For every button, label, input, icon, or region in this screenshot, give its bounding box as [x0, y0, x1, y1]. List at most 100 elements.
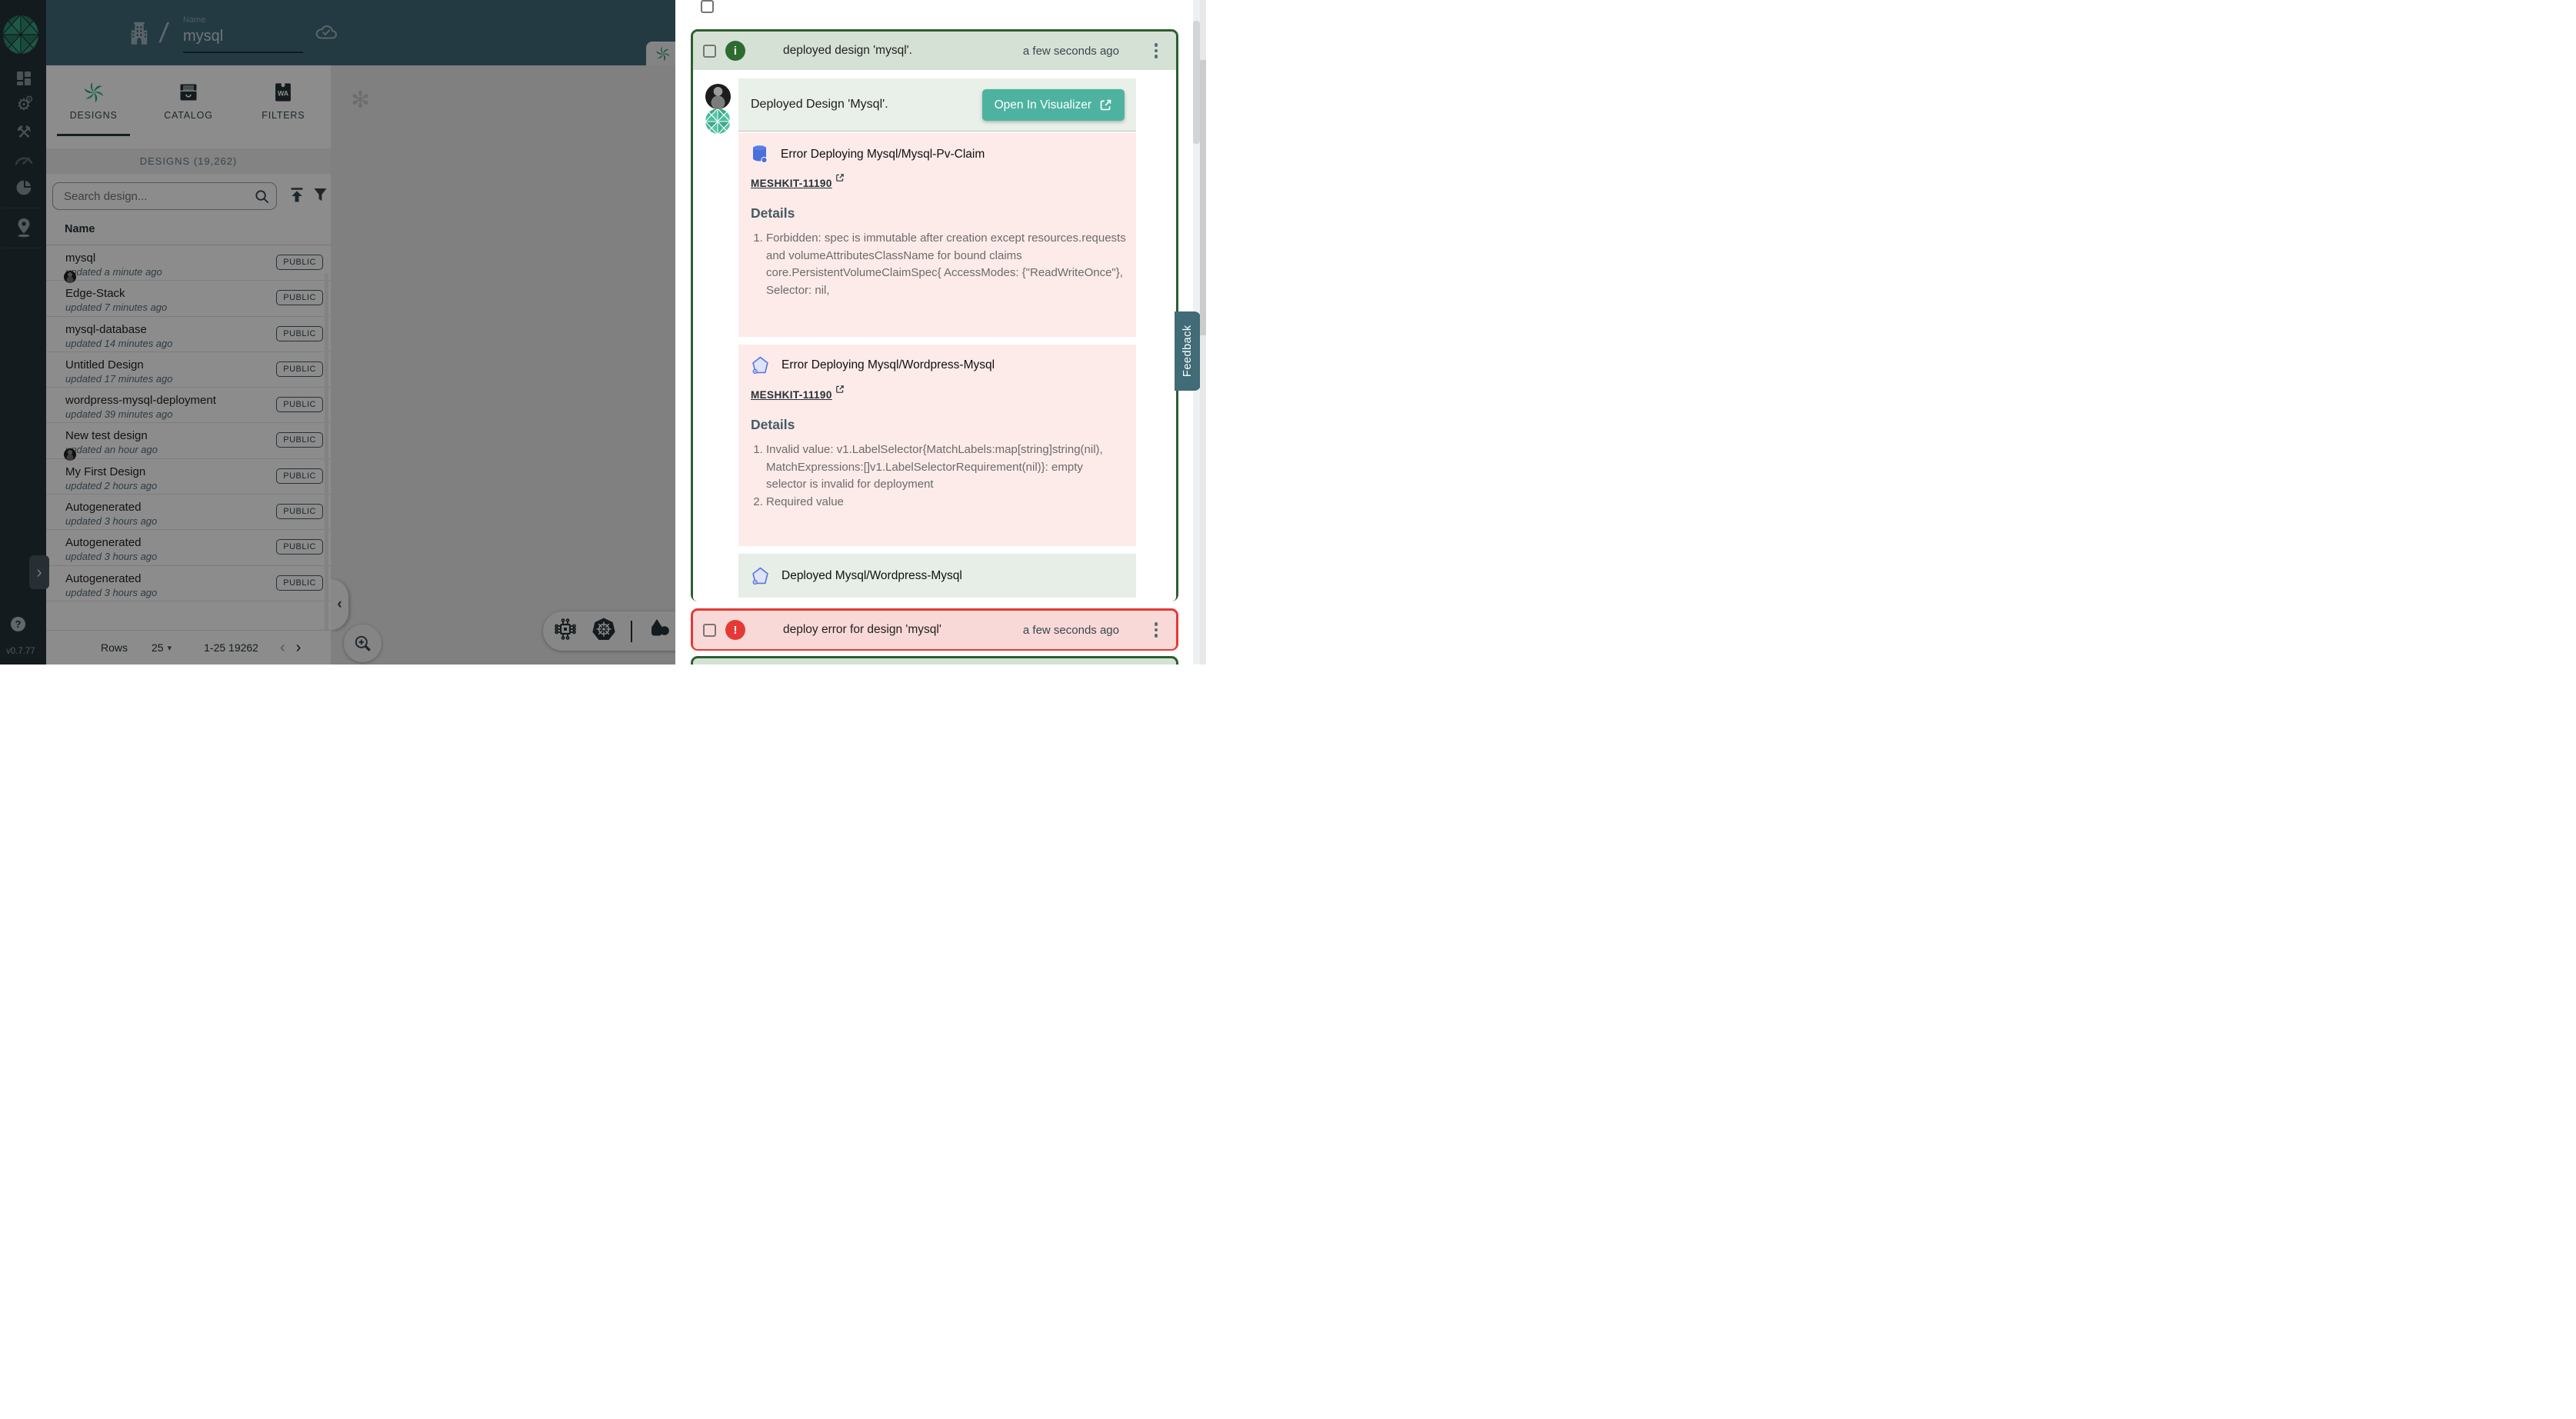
design-name-underline [183, 52, 303, 53]
notification-card-partial[interactable] [691, 656, 1178, 665]
error-item: Required value [766, 494, 1126, 511]
notification-body: Deployed Design 'Mysql'. Open In Visuali… [693, 70, 1176, 601]
notification-checkbox[interactable] [703, 624, 716, 637]
notification-header[interactable]: ! deploy error for design 'mysql' a few … [693, 611, 1176, 649]
app-sidebar: ⚙ ⚙ ⚒ [0, 0, 46, 665]
tab-catalog[interactable]: CATALOG [141, 65, 235, 137]
design-canvas[interactable]: ✻ ‹ [331, 65, 675, 665]
notification-card-error: ! deploy error for design 'mysql' a few … [691, 608, 1178, 651]
open-in-visualizer-button[interactable]: Open In Visualizer [982, 89, 1125, 121]
notification-menu-button[interactable] [1155, 622, 1158, 638]
funnel-icon [313, 187, 328, 203]
zoom-in-button[interactable] [344, 625, 382, 662]
visibility-badge: PUBLIC [276, 432, 323, 448]
visibility-badge: PUBLIC [276, 504, 323, 519]
design-updated: updated 39 minutes ago [65, 408, 173, 420]
meshkit-error-link[interactable]: MESHKIT-11190 [751, 389, 845, 401]
design-row[interactable]: wordpress-mysql-deployment updated 39 mi… [46, 388, 331, 423]
design-row[interactable]: mysql-database updated 14 minutes ago PU… [46, 317, 331, 352]
sidebar-expand-button[interactable]: › [29, 555, 49, 589]
speedometer-icon [14, 151, 34, 166]
design-row[interactable]: Autogenerated updated 3 hours ago PUBLIC [46, 566, 331, 601]
design-row[interactable]: Untitled Design updated 17 minutes ago P… [46, 352, 331, 388]
sidebar-item-extensions[interactable] [14, 178, 34, 198]
list-scrollbar[interactable] [325, 273, 328, 631]
select-notification-checkbox[interactable] [701, 0, 714, 13]
sidebar-item-lifecycle[interactable]: ⚙ ⚙ [14, 95, 34, 115]
notification-header[interactable]: i deployed design 'mysql'. a few seconds… [693, 32, 1176, 70]
active-tab-indicator [57, 134, 130, 136]
wasm-filter-icon: WA [274, 82, 292, 103]
help-icon: ? [15, 618, 22, 630]
sidebar-item-dashboard[interactable] [14, 68, 34, 88]
feedback-tab[interactable]: Feedback [1175, 311, 1201, 391]
upload-icon [289, 187, 305, 204]
previous-page-button[interactable]: ‹ [280, 639, 285, 657]
filter-designs-button[interactable] [313, 187, 328, 207]
panel-collapse-button[interactable]: ‹ [331, 579, 348, 630]
deploy-summary-text: Deployed Design 'Mysql'. [751, 98, 888, 112]
visibility-badge: PUBLIC [276, 468, 323, 484]
design-row[interactable]: New test design updated an hour ago PUBL… [46, 423, 331, 458]
design-row[interactable]: Edge-Stack updated 7 minutes ago PUBLIC [46, 281, 331, 316]
help-button[interactable]: ? [11, 617, 25, 631]
location-pin-icon [15, 218, 33, 238]
tab-designs[interactable]: DESIGNS [46, 65, 141, 137]
meshkit-error-link[interactable]: MESHKIT-11190 [751, 178, 845, 189]
pagination-range: 1-25 19262 [204, 641, 258, 654]
design-row[interactable]: Autogenerated updated 3 hours ago PUBLIC [46, 530, 331, 565]
search-input[interactable] [62, 183, 247, 209]
cloud-save-icon[interactable] [314, 22, 338, 46]
notification-checkbox[interactable] [703, 45, 716, 58]
sidebar-item-performance[interactable] [14, 148, 34, 168]
shapes-view-button[interactable] [648, 618, 671, 645]
components-chip-button[interactable] [554, 618, 577, 645]
notification-center: i deployed design 'mysql'. a few seconds… [675, 0, 1206, 665]
design-name-label: Name [183, 15, 303, 25]
dropdown-arrow-icon: ▾ [168, 643, 172, 653]
main-workspace: / Name mysql [0, 0, 675, 665]
external-link-icon [835, 173, 845, 182]
sidebar-item-configuration[interactable]: ⚒ [14, 122, 34, 142]
design-name: My First Design [65, 465, 145, 478]
tools-icon: ⚒ [16, 124, 32, 141]
scrollbar-thumb[interactable] [1193, 21, 1200, 144]
wordpress-mysql-icon [751, 567, 769, 585]
design-name-field[interactable]: Name mysql [183, 15, 303, 53]
breadcrumb-separator: / [158, 17, 170, 49]
notification-menu-button[interactable] [1155, 43, 1158, 58]
deployed-success-text: Deployed Mysql/Wordpress-Mysql [781, 569, 962, 583]
error-status-icon: ! [725, 620, 745, 640]
next-page-button[interactable]: › [296, 639, 302, 657]
design-row[interactable]: mysql updated a minute ago PUBLIC [46, 245, 331, 281]
pie-mesh-icon [15, 178, 33, 197]
design-mode-tab[interactable]: Design [646, 42, 675, 65]
rows-per-page-select[interactable]: 25 ▾ [152, 641, 172, 654]
design-name: mysql [65, 251, 95, 265]
visibility-badge: PUBLIC [276, 255, 323, 270]
search-box[interactable] [52, 182, 277, 210]
kubernetes-view-button[interactable] [592, 618, 615, 645]
toolbar-divider [631, 621, 632, 642]
pagination-bar: Rows 25 ▾ 1-25 19262 ‹ › [46, 630, 331, 665]
search-icon[interactable] [254, 188, 270, 208]
organization-icon[interactable] [128, 20, 151, 50]
design-row[interactable]: Autogenerated updated 3 hours ago PUBLIC [46, 495, 331, 530]
design-name-value[interactable]: mysql [183, 28, 303, 45]
error-item: Invalid value: v1.LabelSelector{MatchLab… [766, 441, 1126, 494]
shapes-icon [648, 618, 671, 641]
upload-design-button[interactable] [289, 187, 305, 208]
app-header: / Name mysql [46, 0, 675, 65]
app-version: v0.7.77 [6, 647, 35, 656]
user-avatar [705, 84, 731, 109]
details-heading: Details [751, 417, 795, 433]
page-scrollbar[interactable] [1200, 0, 1206, 665]
designs-list: mysql updated a minute ago PUBLIC Edge-S… [46, 245, 331, 601]
tab-filters[interactable]: WA FILTERS [236, 65, 331, 137]
error-detail-block: Error Deploying Mysql/Wordpress-Mysql ME… [738, 345, 1136, 546]
design-row[interactable]: My First Design updated 2 hours ago PUBL… [46, 459, 331, 495]
scrollbar-thumb[interactable] [1200, 60, 1206, 335]
design-name: Edge-Stack [65, 287, 125, 300]
design-updated: updated 2 hours ago [65, 480, 157, 491]
sidebar-item-connections[interactable] [14, 218, 34, 238]
